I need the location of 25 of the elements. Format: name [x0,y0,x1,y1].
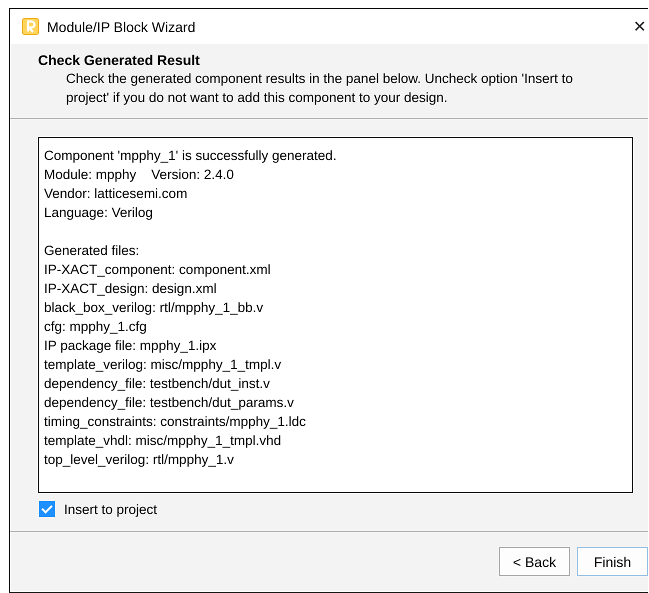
output-line: top_level_verilog: rtl/mpphy_1.v [44,451,235,469]
output-line: IP-XACT_design: design.xml [44,280,218,298]
output-line: timing_constraints: constraints/mpphy_1.ldc [44,413,307,431]
page-description: Check the generated component results in the panel below. Uncheck option 'Insert to project' if you do not want to add this component to your design. [65,70,574,107]
output-line: dependency_file: testbench/dut_inst.v [44,375,271,393]
output-line: Module: mpphy Version: 2.4.0 [44,166,235,184]
output-line: Vendor: latticesemi.com [44,185,188,203]
close-icon[interactable]: ✕ [633,16,646,36]
output-line: Component 'mpphy_1' is successfully generated. [44,147,338,165]
app-logo-icon [22,18,39,35]
output-line: IP package file: mpphy_1.ipx [44,337,218,355]
back-button[interactable]: < Back [499,547,570,576]
finish-button[interactable]: Finish [577,547,648,576]
output-line: Language: Verilog [44,204,154,222]
window-title: Module/IP Block Wizard [47,18,196,34]
page-title: Check Generated Result [38,52,201,68]
output-line: IP-XACT_component: component.xml [44,261,272,279]
output-line: template_vhdl: misc/mpphy_1_tmpl.vhd [44,432,282,450]
checkbox-label: Insert to project [64,502,158,516]
output-line: Generated files: [44,242,140,260]
output-line: dependency_file: testbench/dut_params.v [44,394,295,412]
output-line: black_box_verilog: rtl/mpphy_1_bb.v [44,299,264,317]
output-line: template_verilog: misc/mpphy_1_tmpl.v [44,356,282,374]
output-line: cfg: mpphy_1.cfg [44,318,148,336]
checkbox[interactable] [39,501,55,517]
